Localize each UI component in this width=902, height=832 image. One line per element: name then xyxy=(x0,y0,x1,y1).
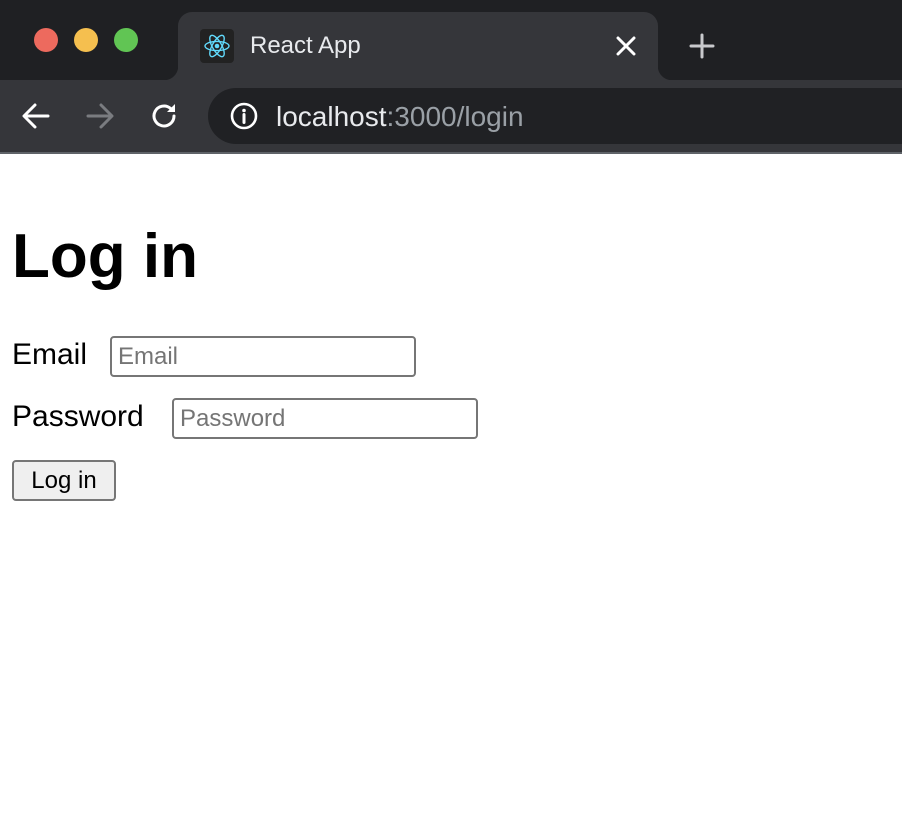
browser-toolbar: localhost:3000/login xyxy=(0,80,902,152)
plus-icon[interactable] xyxy=(686,30,718,62)
browser-tab[interactable]: React App xyxy=(164,12,672,80)
maximize-window-button[interactable] xyxy=(114,28,138,52)
login-page: Log in Email Password Log in xyxy=(12,154,902,832)
close-icon[interactable] xyxy=(612,32,640,60)
minimize-window-button[interactable] xyxy=(74,28,98,52)
page-title: Log in xyxy=(12,222,198,291)
url-text: localhost:3000/login xyxy=(276,101,524,133)
url-path: :3000/login xyxy=(386,101,524,132)
react-logo-icon xyxy=(200,29,234,63)
password-label: Password xyxy=(12,400,144,433)
info-icon[interactable] xyxy=(230,102,258,130)
password-field[interactable] xyxy=(172,398,478,439)
email-label: Email xyxy=(12,338,88,371)
reload-icon[interactable] xyxy=(146,98,182,134)
browser-tab-strip: React App xyxy=(0,0,902,80)
address-bar[interactable]: localhost:3000/login xyxy=(208,88,902,144)
login-button[interactable]: Log in xyxy=(12,460,116,501)
url-host: localhost xyxy=(276,101,387,132)
email-field[interactable] xyxy=(110,336,416,377)
back-arrow-icon[interactable] xyxy=(18,98,54,134)
tab-title: React App xyxy=(250,32,361,59)
close-window-button[interactable] xyxy=(34,28,58,52)
forward-arrow-icon[interactable] xyxy=(82,98,118,134)
